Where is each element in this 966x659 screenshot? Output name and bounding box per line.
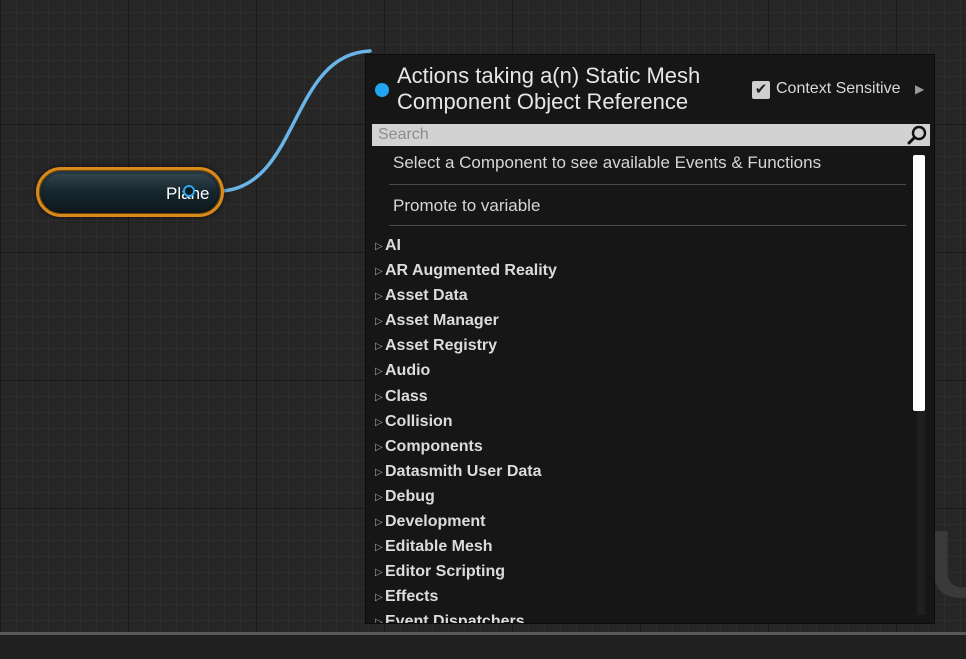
plane-variable-node[interactable]: Plane	[36, 167, 224, 217]
category-list: ▷ AI ▷ AR Augmented Reality ▷ Asset Data ▷ A…	[375, 233, 905, 624]
select-component-entry[interactable]: Select a Component to see available Even…	[393, 153, 821, 173]
triangle-right-icon: ▷	[375, 316, 383, 328]
scrollbar-thumb[interactable]	[913, 155, 925, 411]
title-line-2: Component Object Reference	[397, 89, 689, 114]
category-datasmith-user-data[interactable]: ▷ Datasmith User Data	[375, 459, 905, 484]
object-type-icon	[375, 83, 389, 97]
triangle-right-icon: ▷	[375, 592, 383, 604]
action-menu-panel: Actions taking a(n) Static Mesh Componen…	[365, 54, 935, 624]
category-asset-data[interactable]: ▷ Asset Data	[375, 283, 905, 308]
triangle-right-icon[interactable]: ▶	[915, 82, 924, 96]
category-collision[interactable]: ▷ Collision	[375, 409, 905, 434]
title-line-1: Actions taking a(n) Static Mesh	[397, 63, 701, 88]
triangle-right-icon: ▷	[375, 266, 383, 278]
checkmark-icon: ✔	[754, 81, 768, 98]
category-event-dispatchers[interactable]: ▷ Event Dispatchers	[375, 609, 905, 624]
category-editable-mesh[interactable]: ▷ Editable Mesh	[375, 534, 905, 559]
action-menu-title: Actions taking a(n) Static Mesh Componen…	[397, 63, 747, 115]
triangle-right-icon: ▷	[375, 491, 383, 503]
category-editor-scripting[interactable]: ▷ Editor Scripting	[375, 559, 905, 584]
context-sensitive-label[interactable]: Context Sensitive	[776, 80, 901, 98]
category-audio[interactable]: ▷ Audio	[375, 358, 905, 383]
triangle-right-icon: ▷	[375, 567, 383, 579]
category-debug[interactable]: ▷ Debug	[375, 484, 905, 509]
separator	[389, 225, 906, 226]
separator	[389, 184, 906, 185]
category-effects[interactable]: ▷ Effects	[375, 584, 905, 609]
context-sensitive-checkbox[interactable]: ✔	[752, 81, 770, 99]
promote-to-variable-entry[interactable]: Promote to variable	[393, 196, 540, 216]
category-ar-augmented-reality[interactable]: ▷ AR Augmented Reality	[375, 258, 905, 283]
triangle-right-icon: ▷	[375, 466, 383, 478]
blueprint-graph-canvas[interactable]: Plane U Actions taking a(n) Static Mesh …	[0, 0, 966, 632]
triangle-right-icon: ▷	[375, 241, 383, 252]
category-components[interactable]: ▷ Components	[375, 434, 905, 459]
category-development[interactable]: ▷ Development	[375, 509, 905, 534]
triangle-right-icon: ▷	[375, 542, 383, 554]
category-asset-registry[interactable]: ▷ Asset Registry	[375, 333, 905, 358]
object-pin-icon[interactable]	[183, 185, 195, 197]
category-asset-manager[interactable]: ▷ Asset Manager	[375, 308, 905, 333]
triangle-right-icon: ▷	[375, 441, 383, 453]
category-class[interactable]: ▷ Class	[375, 384, 905, 409]
triangle-right-icon: ▷	[375, 617, 383, 624]
category-ai[interactable]: ▷ AI	[375, 233, 905, 258]
triangle-right-icon: ▷	[375, 366, 383, 378]
search-icon[interactable]	[907, 125, 927, 145]
search-input[interactable]	[372, 124, 930, 146]
bottom-status-bar	[0, 632, 966, 659]
triangle-right-icon: ▷	[375, 291, 383, 303]
triangle-right-icon: ▷	[375, 416, 383, 428]
triangle-right-icon: ▷	[375, 391, 383, 403]
triangle-right-icon: ▷	[375, 517, 383, 529]
triangle-right-icon: ▷	[375, 341, 383, 353]
